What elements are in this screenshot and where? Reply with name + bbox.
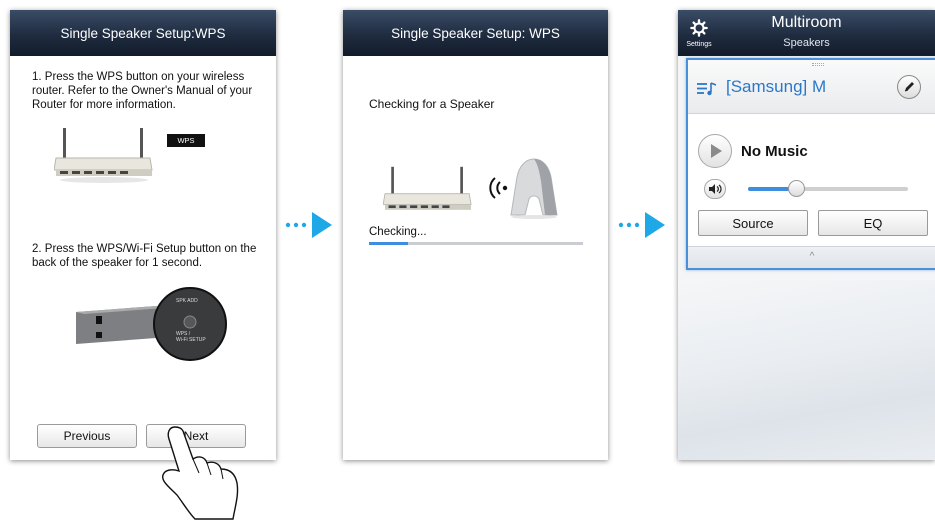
- page-title: Multiroom: [771, 14, 842, 31]
- progress-bar: [369, 242, 583, 245]
- edit-button[interactable]: [897, 75, 921, 99]
- background-area: [678, 280, 935, 460]
- multiroom-header: Settings Multiroom Speakers: [678, 10, 935, 56]
- checking-heading: Checking for a Speaker: [369, 97, 495, 111]
- drag-handle[interactable]: [812, 63, 824, 66]
- wps-tag-label: WPS: [177, 136, 195, 145]
- wps-wifi-label-line2: Wi-Fi SETUP: [176, 337, 206, 343]
- progress-fill: [369, 242, 408, 245]
- collapse-toggle[interactable]: ^: [688, 246, 935, 268]
- router-icon: [54, 128, 153, 183]
- screen-title: Single Speaker Setup: WPS: [391, 25, 560, 41]
- chevron-up-icon: ^: [809, 251, 815, 262]
- step1-instruction: 1. Press the WPS button on your wireless…: [32, 71, 253, 111]
- pencil-icon: [904, 82, 914, 92]
- previous-button[interactable]: Previous: [37, 424, 137, 448]
- speaker-name[interactable]: [Samsung] M: [726, 77, 826, 97]
- checking-status: Checking...: [369, 226, 427, 238]
- page-subtitle: Speakers: [783, 37, 830, 49]
- wps-button-tag: WPS: [167, 134, 205, 147]
- wps-setup-screen-step1: Single Speaker Setup:WPS 1. Press the WP…: [10, 10, 276, 460]
- wps-setup-screen-checking: Single Speaker Setup: WPS Checking for a…: [343, 10, 608, 460]
- arrow-right-icon: [618, 212, 665, 238]
- multiroom-screen: Settings Multiroom Speakers [Samsung] M: [678, 10, 935, 460]
- screen-title: Single Speaker Setup:WPS: [60, 25, 226, 41]
- now-playing-text: No Music: [741, 143, 808, 160]
- spk-add-label: SPK ADD: [176, 298, 198, 304]
- volume-button[interactable]: [704, 179, 726, 199]
- title-bar: Single Speaker Setup:WPS: [10, 10, 276, 56]
- arrow-right-icon: [285, 212, 332, 238]
- volume-icon: [709, 184, 722, 194]
- speaker-card-header[interactable]: [Samsung] M: [688, 60, 935, 114]
- step2-instruction: 2. Press the WPS/Wi-Fi Setup button on t…: [32, 243, 257, 269]
- play-button[interactable]: [698, 134, 732, 168]
- speaker-card: [Samsung] M No Music Source EQ ^: [686, 58, 935, 270]
- volume-slider-knob[interactable]: [788, 180, 805, 197]
- hand-pointer-icon: [162, 426, 239, 520]
- speaker-icon: [510, 158, 558, 219]
- playlist-icon: [697, 82, 717, 96]
- wifi-signal-icon: [489, 177, 508, 199]
- source-button[interactable]: Source: [698, 210, 808, 236]
- play-icon: [711, 144, 722, 158]
- eq-button[interactable]: EQ: [818, 210, 928, 236]
- volume-slider[interactable]: [748, 180, 908, 197]
- speaker-back-icon: [76, 287, 227, 361]
- router-icon: [383, 166, 472, 210]
- title-bar: Single Speaker Setup: WPS: [343, 10, 608, 56]
